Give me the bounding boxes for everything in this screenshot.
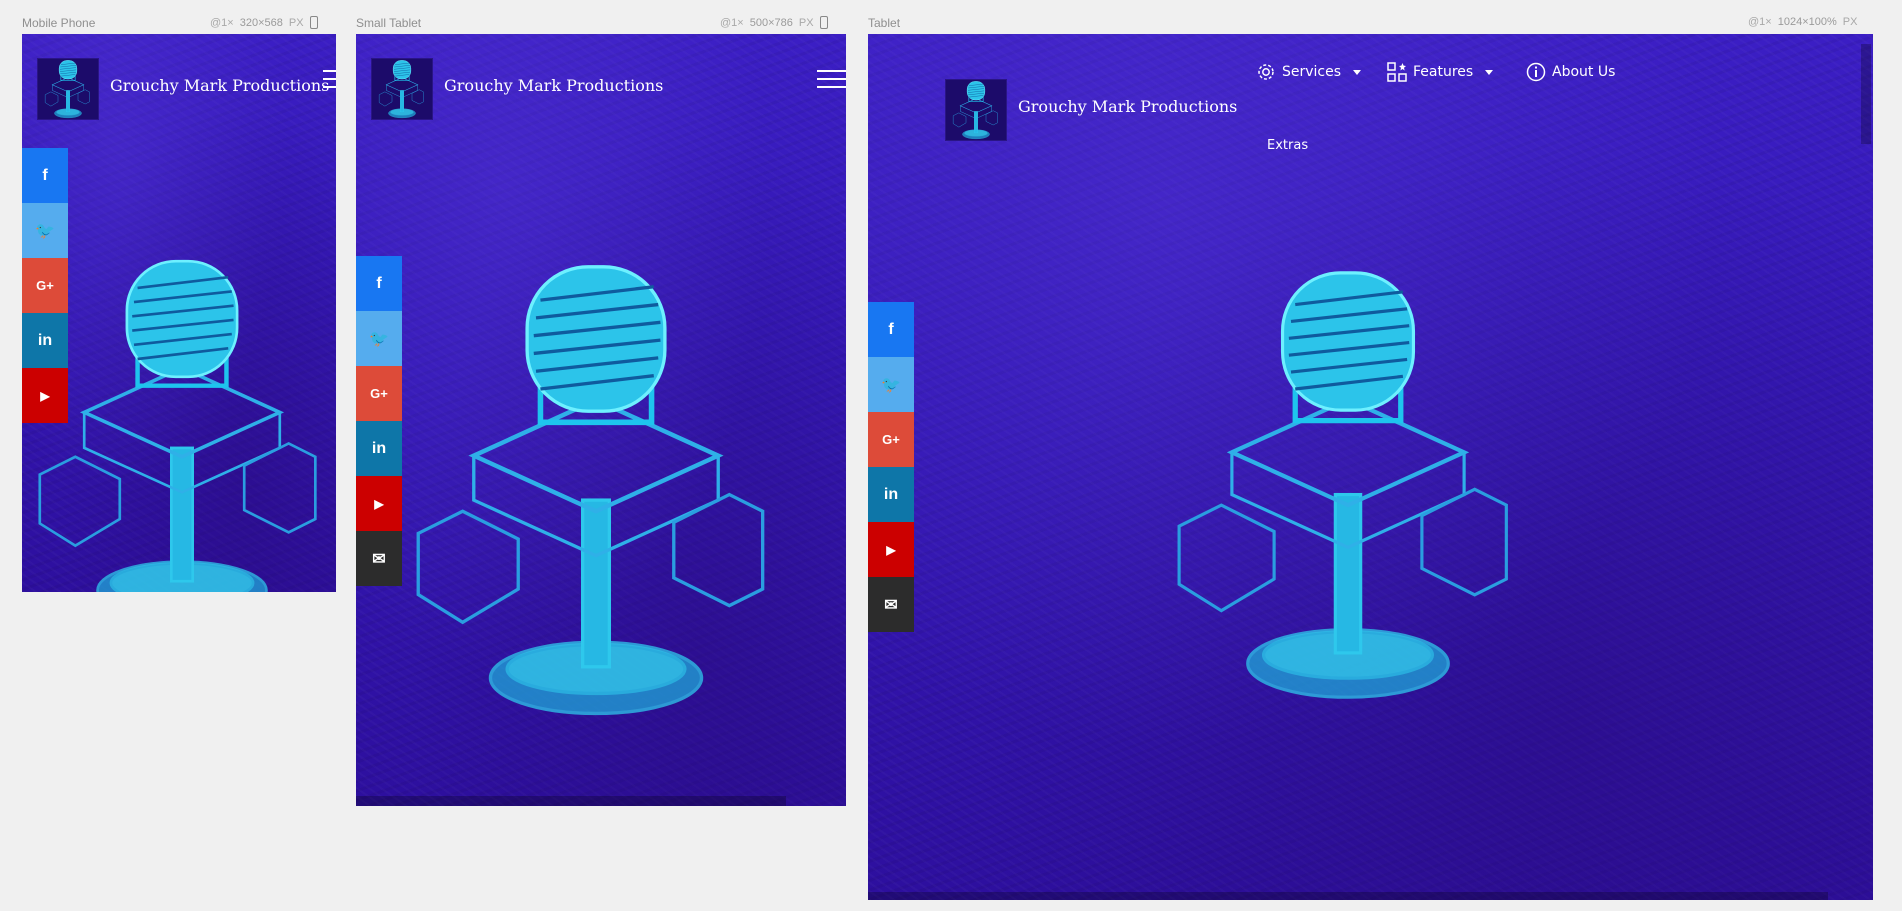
phone-icon[interactable] — [309, 16, 318, 29]
menu-icon[interactable] — [817, 70, 846, 90]
device-meta-mobile: @1× 320×568 PX — [210, 16, 318, 29]
google-plus-icon[interactable]: G+ — [868, 412, 914, 467]
horizontal-scrollbar[interactable] — [868, 892, 1828, 900]
tablet-preview: Grouchy Mark Productions Services Featur… — [868, 34, 1873, 900]
chevron-down-icon — [1485, 69, 1494, 75]
youtube-icon[interactable]: ▶ — [868, 522, 914, 577]
grid-icon — [1387, 62, 1407, 82]
nav-about-us[interactable]: About Us — [1526, 62, 1615, 82]
horizontal-scrollbar[interactable] — [356, 796, 786, 806]
nav-about-us-label: About Us — [1552, 64, 1616, 80]
scale-text: @1× — [720, 16, 744, 29]
social-bar: f 🐦 G+ in ▶ ✉ — [868, 302, 914, 632]
microphone-artwork — [1158, 249, 1538, 719]
unit-text: PX — [798, 16, 814, 29]
microphone-artwork — [22, 249, 336, 592]
scale-text: @1× — [1748, 16, 1772, 28]
nav-extras[interactable]: Extras — [1267, 138, 1308, 153]
site-brand[interactable]: Grouchy Mark Productions — [110, 76, 329, 95]
menu-icon[interactable] — [323, 70, 336, 90]
chevron-down-icon — [1353, 69, 1362, 75]
device-meta-small-tablet: @1× 500×786 PX — [720, 16, 828, 29]
unit-text: PX — [1842, 16, 1858, 28]
site-brand[interactable]: Grouchy Mark Productions — [1018, 97, 1237, 116]
device-label-tablet: Tablet — [868, 16, 901, 30]
vertical-scrollbar[interactable] — [1861, 44, 1871, 144]
nav-features-label: Features — [1413, 64, 1474, 80]
email-icon[interactable]: ✉ — [868, 577, 914, 632]
unit-text: PX — [288, 16, 304, 29]
small-tablet-preview: Grouchy Mark Productions f 🐦 G+ in ▶ ✉ — [356, 34, 846, 806]
device-meta-tablet: @1× 1024×100% PX — [1748, 16, 1857, 28]
site-logo[interactable] — [371, 58, 433, 120]
facebook-icon[interactable]: f — [22, 148, 68, 203]
device-label-mobile: Mobile Phone — [22, 16, 96, 30]
size-text: 1024×100% — [1777, 16, 1837, 28]
scale-text: @1× — [210, 16, 234, 29]
microphone-artwork — [396, 249, 796, 729]
phone-icon[interactable] — [819, 16, 828, 29]
site-brand[interactable]: Grouchy Mark Productions — [444, 76, 663, 95]
nav-services-label: Services — [1282, 64, 1342, 80]
site-logo[interactable] — [37, 58, 99, 120]
info-icon — [1526, 62, 1546, 82]
site-logo[interactable] — [945, 79, 1007, 141]
nav-services[interactable]: Services — [1256, 62, 1362, 82]
device-label-small-tablet: Small Tablet — [356, 16, 422, 30]
twitter-icon[interactable]: 🐦 — [868, 357, 914, 412]
size-text: 500×786 — [749, 16, 793, 29]
linkedin-icon[interactable]: in — [868, 467, 914, 522]
gear-icon — [1258, 64, 1274, 80]
size-text: 320×568 — [239, 16, 283, 29]
facebook-icon[interactable]: f — [868, 302, 914, 357]
nav-features[interactable]: Features — [1387, 62, 1494, 82]
mobile-preview: Grouchy Mark Productions f 🐦 G+ in ▶ — [22, 34, 336, 592]
